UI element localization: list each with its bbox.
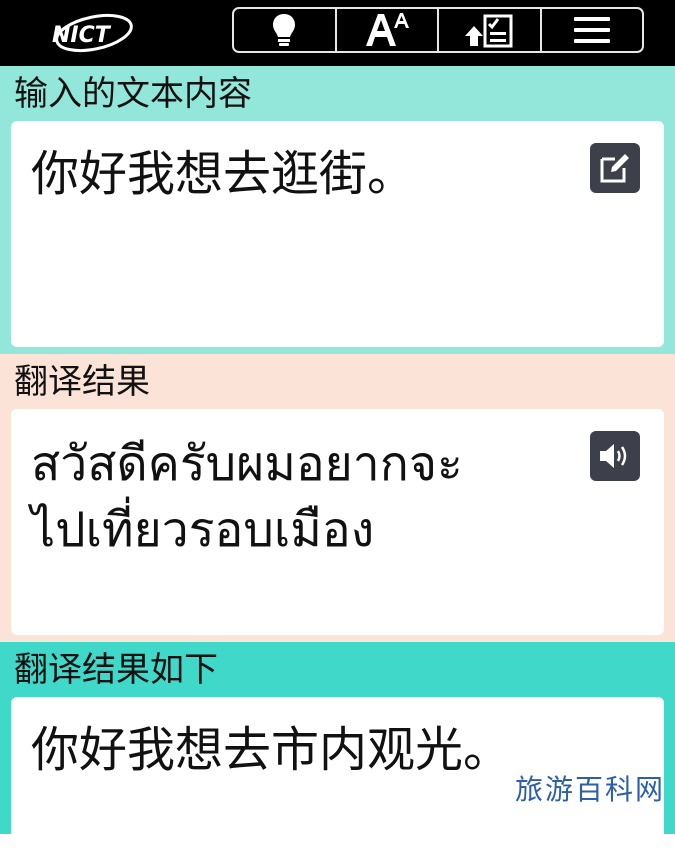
speak-button[interactable] (590, 431, 640, 481)
svg-text:NICT: NICT (52, 23, 112, 48)
result-section: 翻译结果 สวัสดีครับผมอยากจะ ไปเที่ยวรอบเมือง (0, 354, 675, 642)
lightbulb-icon (273, 14, 296, 46)
speaker-icon (600, 444, 627, 468)
font-size-button[interactable] (337, 9, 439, 51)
input-card[interactable]: 你好我想去逛街。 (11, 121, 664, 347)
back-translation-text: 你好我想去市内观光。 (31, 722, 512, 778)
font-size-icon (365, 13, 409, 46)
input-section: 输入的文本内容 你好我想去逛街。 (0, 66, 675, 354)
top-bar: NICT (0, 0, 675, 66)
upload-list-button[interactable] (439, 9, 542, 51)
upload-checklist-icon (465, 14, 513, 48)
back-translation-label: 翻译结果如下 (14, 650, 218, 690)
menu-button[interactable] (542, 9, 643, 51)
input-label: 输入的文本内容 (14, 74, 252, 114)
nict-logo: NICT (40, 10, 140, 56)
edit-icon (600, 154, 629, 183)
hamburger-menu-icon (573, 17, 610, 43)
watermark: 旅游百科网 (514, 773, 665, 806)
result-label: 翻译结果 (14, 362, 150, 402)
edit-button[interactable] (590, 143, 640, 193)
result-text: สวัสดีครับผมอยากจะ ไปเที่ยวรอบเมือง (31, 431, 591, 563)
hint-button[interactable] (234, 9, 337, 51)
input-text: 你好我想去逛街。 (31, 146, 416, 202)
result-text-line-1: สวัสดีครับผมอยากจะ (31, 436, 463, 492)
toolbar (232, 7, 644, 53)
result-text-line-2: ไปเที่ยวรอบเมือง (31, 502, 375, 558)
result-card: สวัสดีครับผมอยากจะ ไปเที่ยวรอบเมือง (11, 409, 664, 635)
